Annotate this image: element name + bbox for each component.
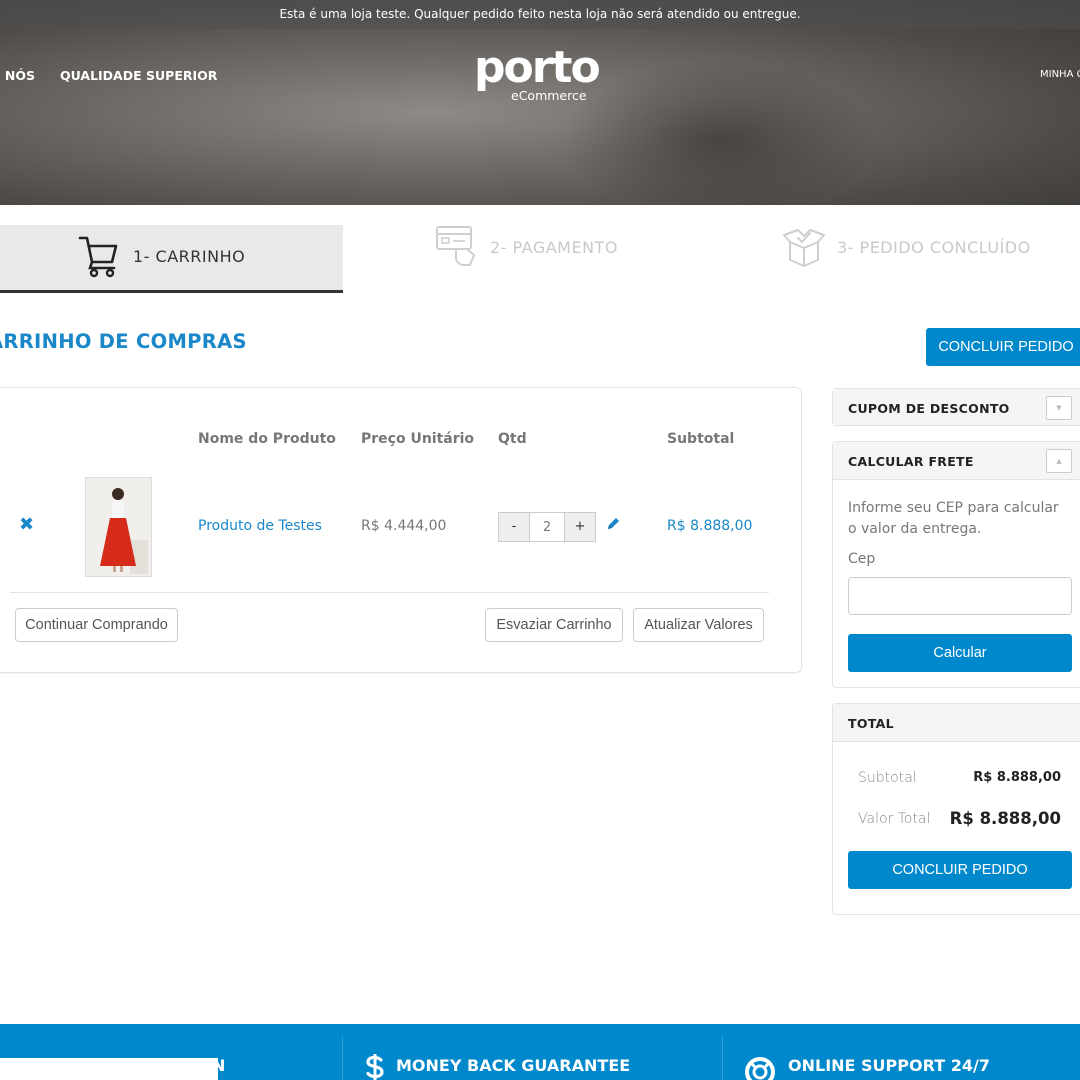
shipping-panel: CALCULAR FRETE ▲ Informe seu CEP para ca… — [832, 441, 1080, 688]
product-thumbnail[interactable] — [85, 477, 152, 577]
edit-pencil-icon[interactable] — [606, 516, 621, 531]
total-panel: TOTAL Subtotal R$ 8.888,00 Valor Total R… — [832, 703, 1080, 915]
step-order-complete-label: 3- PEDIDO CONCLUÍDO — [837, 238, 1031, 257]
coupon-panel: CUPOM DE DESCONTO ▼ — [832, 388, 1080, 426]
logo-subtitle: eCommerce — [511, 88, 587, 103]
page-title: ARRINHO DE COMPRAS — [0, 330, 247, 353]
coupon-toggle-icon[interactable]: ▼ — [1046, 396, 1072, 420]
footer-feature-support: ONLINE SUPPORT 24/7 — [788, 1056, 990, 1075]
row-subtotal: R$ 8.888,00 — [667, 518, 753, 534]
dollar-icon — [366, 1054, 384, 1080]
empty-cart-button[interactable]: Esvaziar Carrinho — [485, 608, 623, 642]
nav-qualidade-superior[interactable]: QUALIDADE SUPERIOR — [60, 68, 217, 83]
cep-label: Cep — [848, 551, 876, 567]
checkout-button[interactable]: CONCLUIR PEDIDO — [848, 851, 1072, 889]
porto-logo[interactable]: porto eCommerce — [474, 42, 601, 104]
update-values-button[interactable]: Atualizar Valores — [633, 608, 764, 642]
column-header-name: Nome do Produto — [198, 431, 336, 447]
footer-divider — [722, 1036, 723, 1080]
summary-total-value: R$ 8.888,00 — [949, 809, 1061, 828]
cep-input[interactable] — [848, 577, 1072, 615]
coupon-panel-header[interactable]: CUPOM DE DESCONTO ▼ — [833, 389, 1080, 425]
total-panel-title: TOTAL — [848, 716, 894, 731]
lifebuoy-icon — [745, 1057, 775, 1080]
nav-minha-conta[interactable]: MINHA C — [1040, 69, 1080, 80]
test-store-notice: Esta é uma loja teste. Qualquer pedido f… — [0, 0, 1080, 29]
remove-item-icon[interactable]: ✖ — [19, 514, 34, 535]
summary-total-label: Valor Total — [858, 811, 931, 827]
total-panel-header: TOTAL — [833, 704, 1080, 742]
header-hero: Esta é uma loja teste. Qualquer pedido f… — [0, 0, 1080, 205]
footer-divider — [342, 1036, 343, 1080]
row-divider — [10, 592, 769, 593]
nav-sobre-nos[interactable]: E NÓS — [0, 68, 35, 83]
shipping-panel-header[interactable]: CALCULAR FRETE ▲ — [833, 442, 1080, 480]
credit-card-icon — [436, 226, 475, 266]
step-cart-label: 1- CARRINHO — [133, 247, 246, 266]
shopping-cart-icon — [78, 236, 118, 278]
quantity-stepper: - + — [498, 512, 596, 542]
summary-subtotal-label: Subtotal — [858, 770, 917, 786]
step-cart[interactable]: 1- CARRINHO — [0, 225, 343, 293]
column-header-price: Preço Unitário — [361, 431, 475, 447]
coupon-panel-title: CUPOM DE DESCONTO — [848, 401, 1010, 416]
qty-input[interactable] — [529, 513, 565, 541]
qty-increase-button[interactable]: + — [565, 513, 595, 541]
step-payment-label: 2- PAGAMENTO — [490, 238, 618, 257]
qty-decrease-button[interactable]: - — [499, 513, 529, 541]
product-name-link[interactable]: Produto de Testes — [198, 518, 322, 534]
shipping-toggle-icon[interactable]: ▲ — [1046, 449, 1072, 473]
shipping-instructions: Informe seu CEP para calcular o valor da… — [848, 500, 1059, 537]
footer-overlay-box — [0, 1058, 218, 1080]
step-payment: 2- PAGAMENTO — [434, 222, 734, 290]
calculate-shipping-button[interactable]: Calcular — [848, 634, 1072, 672]
column-header-qty: Qtd — [498, 431, 527, 447]
shipping-panel-title: CALCULAR FRETE — [848, 454, 974, 469]
open-box-icon — [783, 229, 825, 267]
logo-wordmark: porto — [474, 42, 601, 93]
product-photo-icon — [86, 478, 151, 576]
checkout-top-button[interactable]: CONCLUIR PEDIDO — [926, 328, 1080, 366]
continue-shopping-button[interactable]: Continuar Comprando — [15, 608, 178, 642]
footer-feature-money-back: MONEY BACK GUARANTEE — [396, 1056, 631, 1075]
summary-subtotal-value: R$ 8.888,00 — [973, 770, 1061, 785]
product-unit-price: R$ 4.444,00 — [361, 518, 447, 534]
step-order-complete: 3- PEDIDO CONCLUÍDO — [782, 222, 1080, 290]
column-header-subtotal: Subtotal — [667, 431, 735, 447]
